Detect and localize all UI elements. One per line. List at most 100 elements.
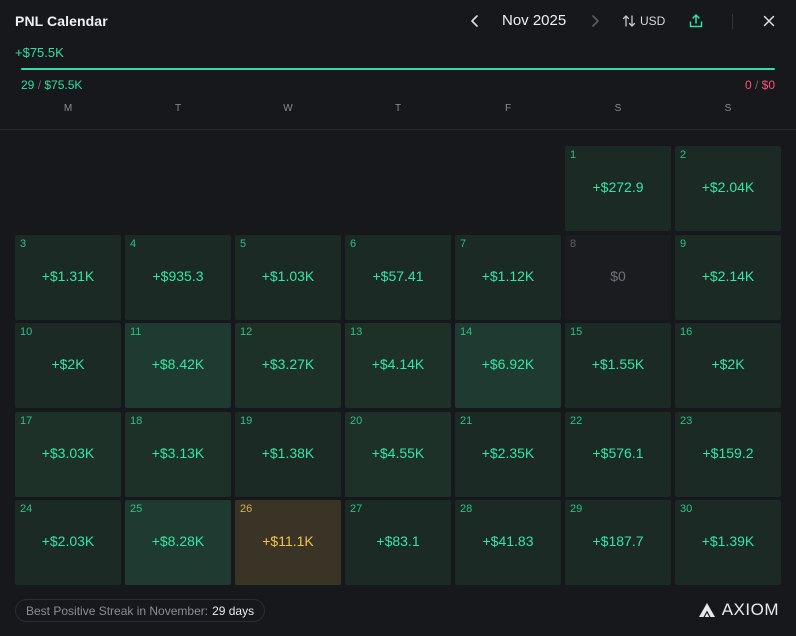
day-cell[interactable]: 10 +$2K xyxy=(15,323,121,409)
day-pnl-value: +$4.55K xyxy=(371,444,425,461)
day-number: 18 xyxy=(130,414,143,427)
day-number: 3 xyxy=(20,237,27,250)
day-number: 6 xyxy=(350,237,357,250)
day-cell[interactable]: 18 +$3.13K xyxy=(125,411,231,497)
day-cell[interactable]: 21 +$2.35K xyxy=(455,411,561,497)
close-button[interactable] xyxy=(761,12,777,30)
day-pnl-value: +$2K xyxy=(711,356,745,373)
day-cell[interactable]: 17 +$3.03K xyxy=(15,411,121,497)
day-pnl-value: +$3.27K xyxy=(261,356,315,373)
day-cell[interactable]: 24 +$2.03K xyxy=(15,500,121,586)
share-upload-icon xyxy=(689,14,703,28)
day-cell[interactable]: 3 +$1.31K xyxy=(15,234,121,320)
weekday-label: S xyxy=(614,103,622,114)
panel-title: PNL Calendar xyxy=(15,13,108,29)
loss-days: 0 xyxy=(744,78,752,92)
day-number: 25 xyxy=(130,503,143,516)
day-pnl-value: +$8.42K xyxy=(151,356,205,373)
day-number: 24 xyxy=(20,503,33,516)
sort-arrows-icon xyxy=(622,15,636,27)
day-pnl-value: +$272.9 xyxy=(592,179,644,195)
day-cell[interactable]: 27 +$83.1 xyxy=(345,500,451,586)
share-button[interactable] xyxy=(687,12,705,30)
day-pnl-value: +$2.14K xyxy=(701,267,755,284)
weekday-label: T xyxy=(394,103,402,114)
axiom-logo: AXIOM xyxy=(698,600,779,620)
day-number: 4 xyxy=(130,237,137,250)
day-number: 22 xyxy=(570,414,583,427)
day-number: 21 xyxy=(460,414,473,427)
next-month-button[interactable] xyxy=(586,11,604,31)
day-cell[interactable]: 26 +$11.1K xyxy=(235,500,341,586)
day-cell[interactable]: 25 +$8.28K xyxy=(125,500,231,586)
day-pnl-value: +$935.3 xyxy=(152,267,204,284)
day-number: 29 xyxy=(570,503,583,516)
day-pnl-value: +$576.1 xyxy=(592,444,644,461)
day-cell[interactable]: 9 +$2.14K xyxy=(675,234,781,320)
day-cell[interactable]: 13 +$4.14K xyxy=(345,323,451,409)
streak-value: 29 days xyxy=(212,603,255,618)
chevron-right-icon xyxy=(592,15,599,27)
day-cell[interactable]: 23 +$159.2 xyxy=(675,411,781,497)
day-pnl-value: +$41.83 xyxy=(482,533,534,550)
day-pnl-value: +$8.28K xyxy=(151,533,205,550)
total-pnl: +$75.5K xyxy=(15,45,64,60)
day-number: 14 xyxy=(460,326,473,339)
day-pnl-value: +$3.03K xyxy=(41,444,95,461)
win-amount: $75.5K xyxy=(44,78,83,92)
day-cell[interactable]: 29 +$187.7 xyxy=(565,500,671,586)
weekday-label: S xyxy=(724,103,732,114)
day-pnl-value: +$1.31K xyxy=(41,267,95,284)
currency-label: USD xyxy=(640,14,666,28)
day-number: 10 xyxy=(20,326,33,339)
day-cell[interactable]: 7 +$1.12K xyxy=(455,234,561,320)
day-cell[interactable]: 5 +$1.03K xyxy=(235,234,341,320)
day-pnl-value: +$6.92K xyxy=(481,356,535,373)
day-cell[interactable]: 22 +$576.1 xyxy=(565,411,671,497)
header-separator xyxy=(0,129,796,130)
weekday-label: F xyxy=(504,103,512,114)
day-cell[interactable]: 28 +$41.83 xyxy=(455,500,561,586)
current-month: Nov 2025 xyxy=(502,12,567,29)
day-pnl-value: +$3.13K xyxy=(151,444,205,461)
day-pnl-value: +$1.55K xyxy=(591,356,645,373)
day-pnl-value: +$2.03K xyxy=(41,533,95,550)
day-cell[interactable]: 4 +$935.3 xyxy=(125,234,231,320)
day-cell[interactable]: 1 +$272.9 xyxy=(565,146,671,231)
day-number: 16 xyxy=(680,326,693,339)
previous-month-button[interactable] xyxy=(466,11,484,31)
day-cell[interactable]: 20 +$4.55K xyxy=(345,411,451,497)
day-number: 26 xyxy=(240,503,253,516)
streak-label: Best Positive Streak in November: xyxy=(26,603,209,618)
day-cell[interactable]: 2 +$2.04K xyxy=(675,146,781,231)
weekday-label: T xyxy=(174,103,182,114)
loss-amount: $0 xyxy=(761,78,775,92)
day-pnl-value: +$187.7 xyxy=(592,533,644,550)
day-pnl-value: +$1.12K xyxy=(481,267,535,284)
day-number: 27 xyxy=(350,503,363,516)
day-cell[interactable]: 19 +$1.38K xyxy=(235,411,341,497)
day-number: 5 xyxy=(240,237,247,250)
day-cell[interactable]: 6 +$57.41 xyxy=(345,234,451,320)
logo-text: AXIOM xyxy=(721,600,779,619)
currency-toggle[interactable]: USD xyxy=(622,12,665,30)
day-number: 20 xyxy=(350,414,363,427)
header-divider xyxy=(732,14,733,29)
day-cell[interactable]: 8 $0 xyxy=(565,234,671,320)
day-number: 9 xyxy=(680,237,687,250)
day-cell[interactable]: 12 +$3.27K xyxy=(235,323,341,409)
day-cell[interactable]: 11 +$8.42K xyxy=(125,323,231,409)
day-number: 12 xyxy=(240,326,253,339)
day-number: 11 xyxy=(130,326,142,339)
day-cell[interactable]: 30 +$1.39K xyxy=(675,500,781,586)
day-cell[interactable]: 14 +$6.92K xyxy=(455,323,561,409)
day-pnl-value: +$2.35K xyxy=(481,444,535,461)
loss-separator: / xyxy=(754,78,762,92)
day-number: 30 xyxy=(680,503,693,516)
weekday-label: W xyxy=(283,103,293,114)
day-cell[interactable]: 15 +$1.55K xyxy=(565,323,671,409)
close-icon xyxy=(763,15,775,27)
day-pnl-value: +$57.41 xyxy=(372,267,424,284)
day-cell[interactable]: 16 +$2K xyxy=(675,323,781,409)
day-number: 7 xyxy=(460,237,467,250)
